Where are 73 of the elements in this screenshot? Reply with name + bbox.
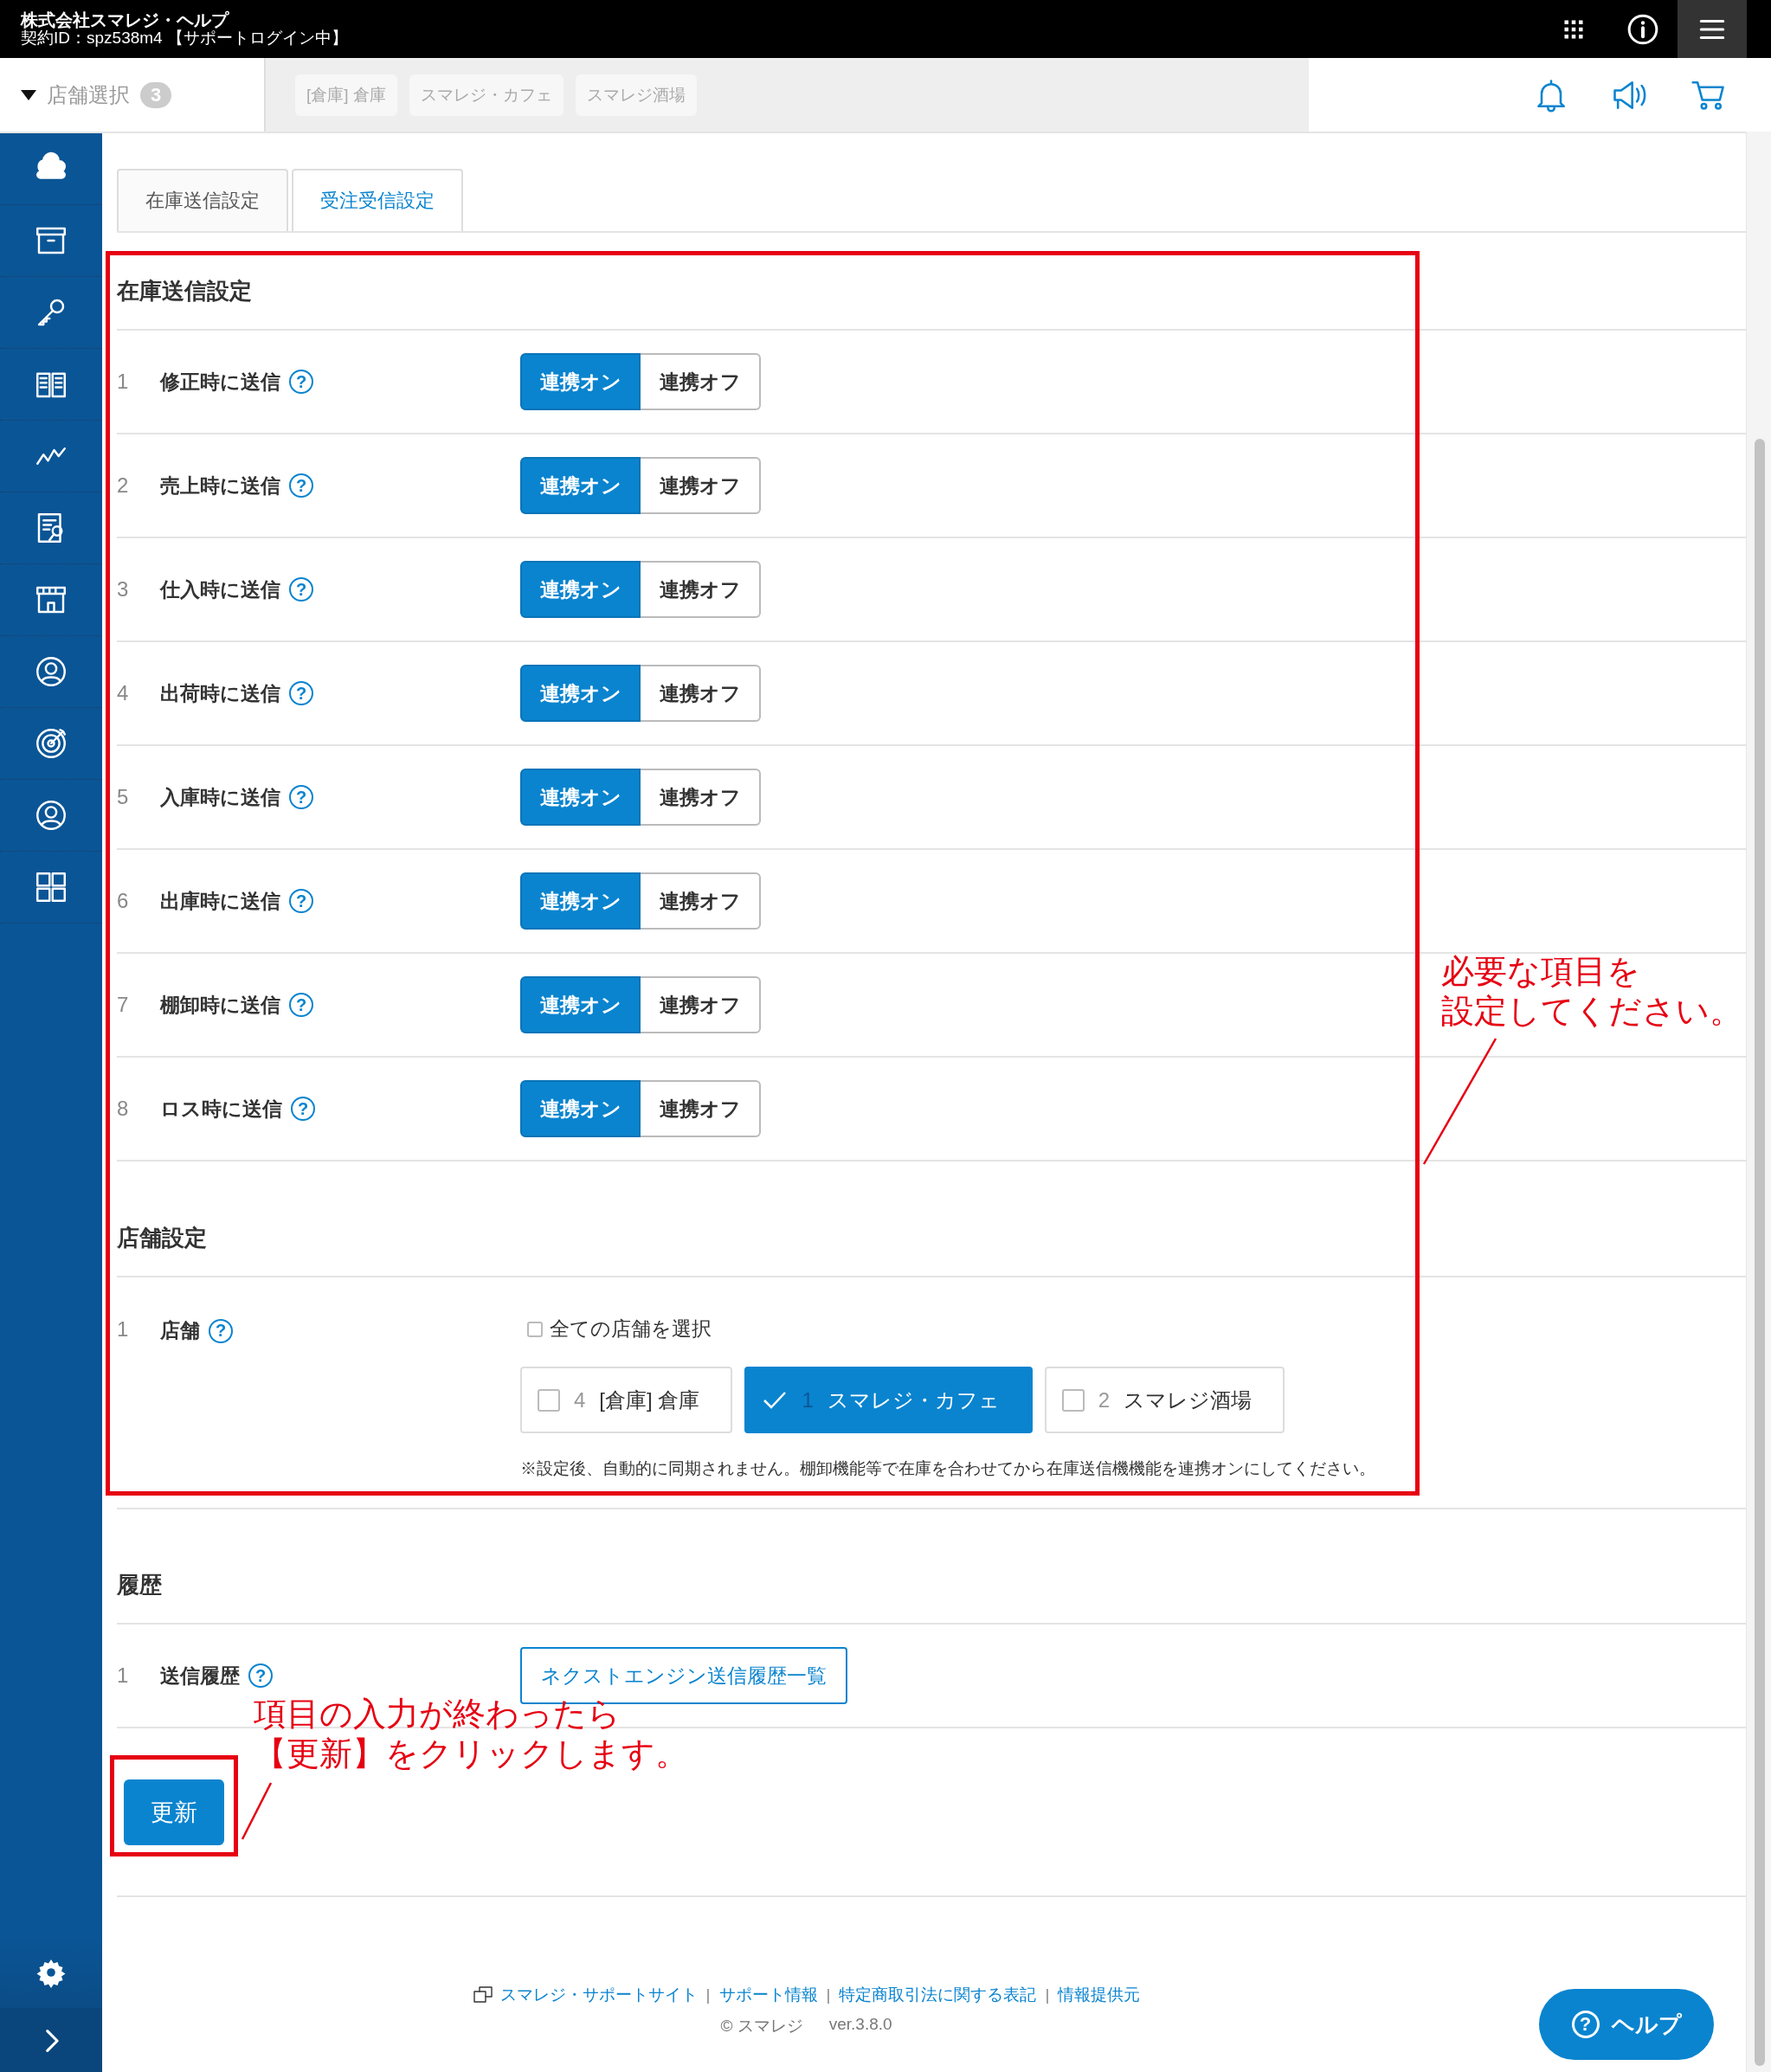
separator: | bbox=[826, 1985, 831, 2004]
toggle-option[interactable]: 連携オン bbox=[520, 457, 641, 514]
row-number: 1 bbox=[117, 1316, 130, 1342]
help-icon[interactable]: ? bbox=[289, 889, 313, 913]
contract-id: 契約ID：spz538m4 【サポートログイン中】 bbox=[21, 29, 348, 48]
toggle-option[interactable]: 連携オフ bbox=[641, 353, 761, 410]
setting-label: 棚卸時に送信 bbox=[160, 992, 280, 1018]
toggle-option[interactable]: 連携オフ bbox=[641, 976, 761, 1033]
help-icon[interactable]: ? bbox=[289, 370, 313, 394]
store-chip[interactable]: 4 [倉庫] 倉庫 bbox=[520, 1367, 733, 1433]
setting-label: 入庫時に送信 bbox=[160, 784, 280, 810]
separator: | bbox=[1045, 1985, 1050, 2004]
setting-label: ロス時に送信 bbox=[160, 1096, 282, 1122]
section-title: 在庫送信設定 bbox=[117, 277, 252, 306]
footer-link[interactable]: 特定商取引法に関する表記 bbox=[839, 1984, 1037, 2006]
help-icon[interactable]: ? bbox=[289, 473, 313, 498]
footer-link[interactable]: 情報提供元 bbox=[1058, 1984, 1141, 2006]
help-icon[interactable]: ? bbox=[289, 577, 313, 602]
help-icon[interactable]: ? bbox=[291, 1097, 315, 1121]
row-number: 5 bbox=[117, 785, 130, 809]
toggle-option[interactable]: 連携オフ bbox=[641, 1080, 761, 1137]
toggle-option[interactable]: 連携オン bbox=[520, 976, 641, 1033]
help-button[interactable]: ? ヘルプ bbox=[1539, 1989, 1714, 2060]
toggle-option[interactable]: 連携オン bbox=[520, 1080, 641, 1137]
setting-label: 仕入時に送信 bbox=[160, 576, 280, 602]
annotation-text: 必要な項目を 設定してください。 bbox=[1441, 952, 1742, 1031]
toggle-option[interactable]: 連携オフ bbox=[641, 872, 761, 930]
section-title: 履歴 bbox=[117, 1571, 162, 1599]
checkbox-label: 全ての店舗を選択 bbox=[550, 1316, 712, 1342]
tab[interactable]: 受注受信設定 bbox=[292, 169, 463, 231]
row-number: 6 bbox=[117, 889, 130, 913]
help-icon[interactable]: ? bbox=[289, 681, 313, 705]
setting-label: 出庫時に送信 bbox=[160, 888, 280, 914]
row-number: 3 bbox=[117, 577, 130, 602]
toggle-option[interactable]: 連携オン bbox=[520, 353, 641, 410]
row-number: 4 bbox=[117, 681, 130, 705]
help-icon[interactable]: ? bbox=[248, 1663, 273, 1688]
footer-link[interactable]: サポート情報 bbox=[718, 1984, 818, 2006]
toggle-option[interactable]: 連携オン bbox=[520, 665, 641, 722]
copyright: © スマレジ bbox=[720, 2016, 803, 2037]
toggle-option[interactable]: 連携オン bbox=[520, 769, 641, 826]
help-icon[interactable]: ? bbox=[289, 785, 313, 809]
store-tag: スマレジ酒場 bbox=[575, 74, 697, 116]
toggle-option[interactable]: 連携オン bbox=[520, 561, 641, 618]
setting-label: 修正時に送信 bbox=[160, 369, 280, 395]
section-title: 店舗設定 bbox=[117, 1224, 207, 1252]
store-tag: スマレジ・カフェ bbox=[409, 74, 564, 116]
toggle-option[interactable]: 連携オフ bbox=[641, 769, 761, 826]
update-button[interactable]: 更新 bbox=[124, 1779, 224, 1845]
toggle-option[interactable]: 連携オフ bbox=[641, 457, 761, 514]
store-tag: [倉庫] 倉庫 bbox=[295, 74, 397, 116]
separator: | bbox=[705, 1985, 711, 2004]
tab[interactable]: 在庫送信設定 bbox=[117, 169, 288, 231]
setting-label: 店舗 bbox=[160, 1318, 200, 1343]
footer-link[interactable]: スマレジ・サポートサイト bbox=[499, 1984, 698, 2006]
company-name: 株式会社スマレジ・ヘルプ bbox=[21, 10, 230, 30]
setting-label: 送信履歴 bbox=[160, 1663, 240, 1689]
store-chip[interactable]: 1 スマレジ・カフェ bbox=[744, 1367, 1033, 1433]
help-icon[interactable]: ? bbox=[289, 993, 313, 1017]
row-number: 2 bbox=[117, 473, 130, 498]
toggle-option[interactable]: 連携オン bbox=[520, 872, 641, 930]
row-number: 1 bbox=[117, 1663, 130, 1688]
version: ver.3.8.0 bbox=[828, 2015, 892, 2035]
setting-label: 出荷時に送信 bbox=[160, 680, 280, 706]
note-text: ※設定後、自動的に同期されません。棚卸機能等で在庫を合わせてから在庫送信機機能を連携オンにしてください。 bbox=[520, 1458, 1376, 1479]
row-number: 7 bbox=[117, 993, 130, 1017]
store-chip[interactable]: 2 スマレジ酒場 bbox=[1044, 1367, 1285, 1433]
setting-label: 売上時に送信 bbox=[160, 473, 280, 499]
toggle-option[interactable]: 連携オフ bbox=[641, 561, 761, 618]
row-number: 1 bbox=[117, 370, 130, 394]
row-number: 8 bbox=[117, 1097, 130, 1121]
help-icon[interactable]: ? bbox=[209, 1318, 233, 1343]
toggle-option[interactable]: 連携オフ bbox=[641, 665, 761, 722]
